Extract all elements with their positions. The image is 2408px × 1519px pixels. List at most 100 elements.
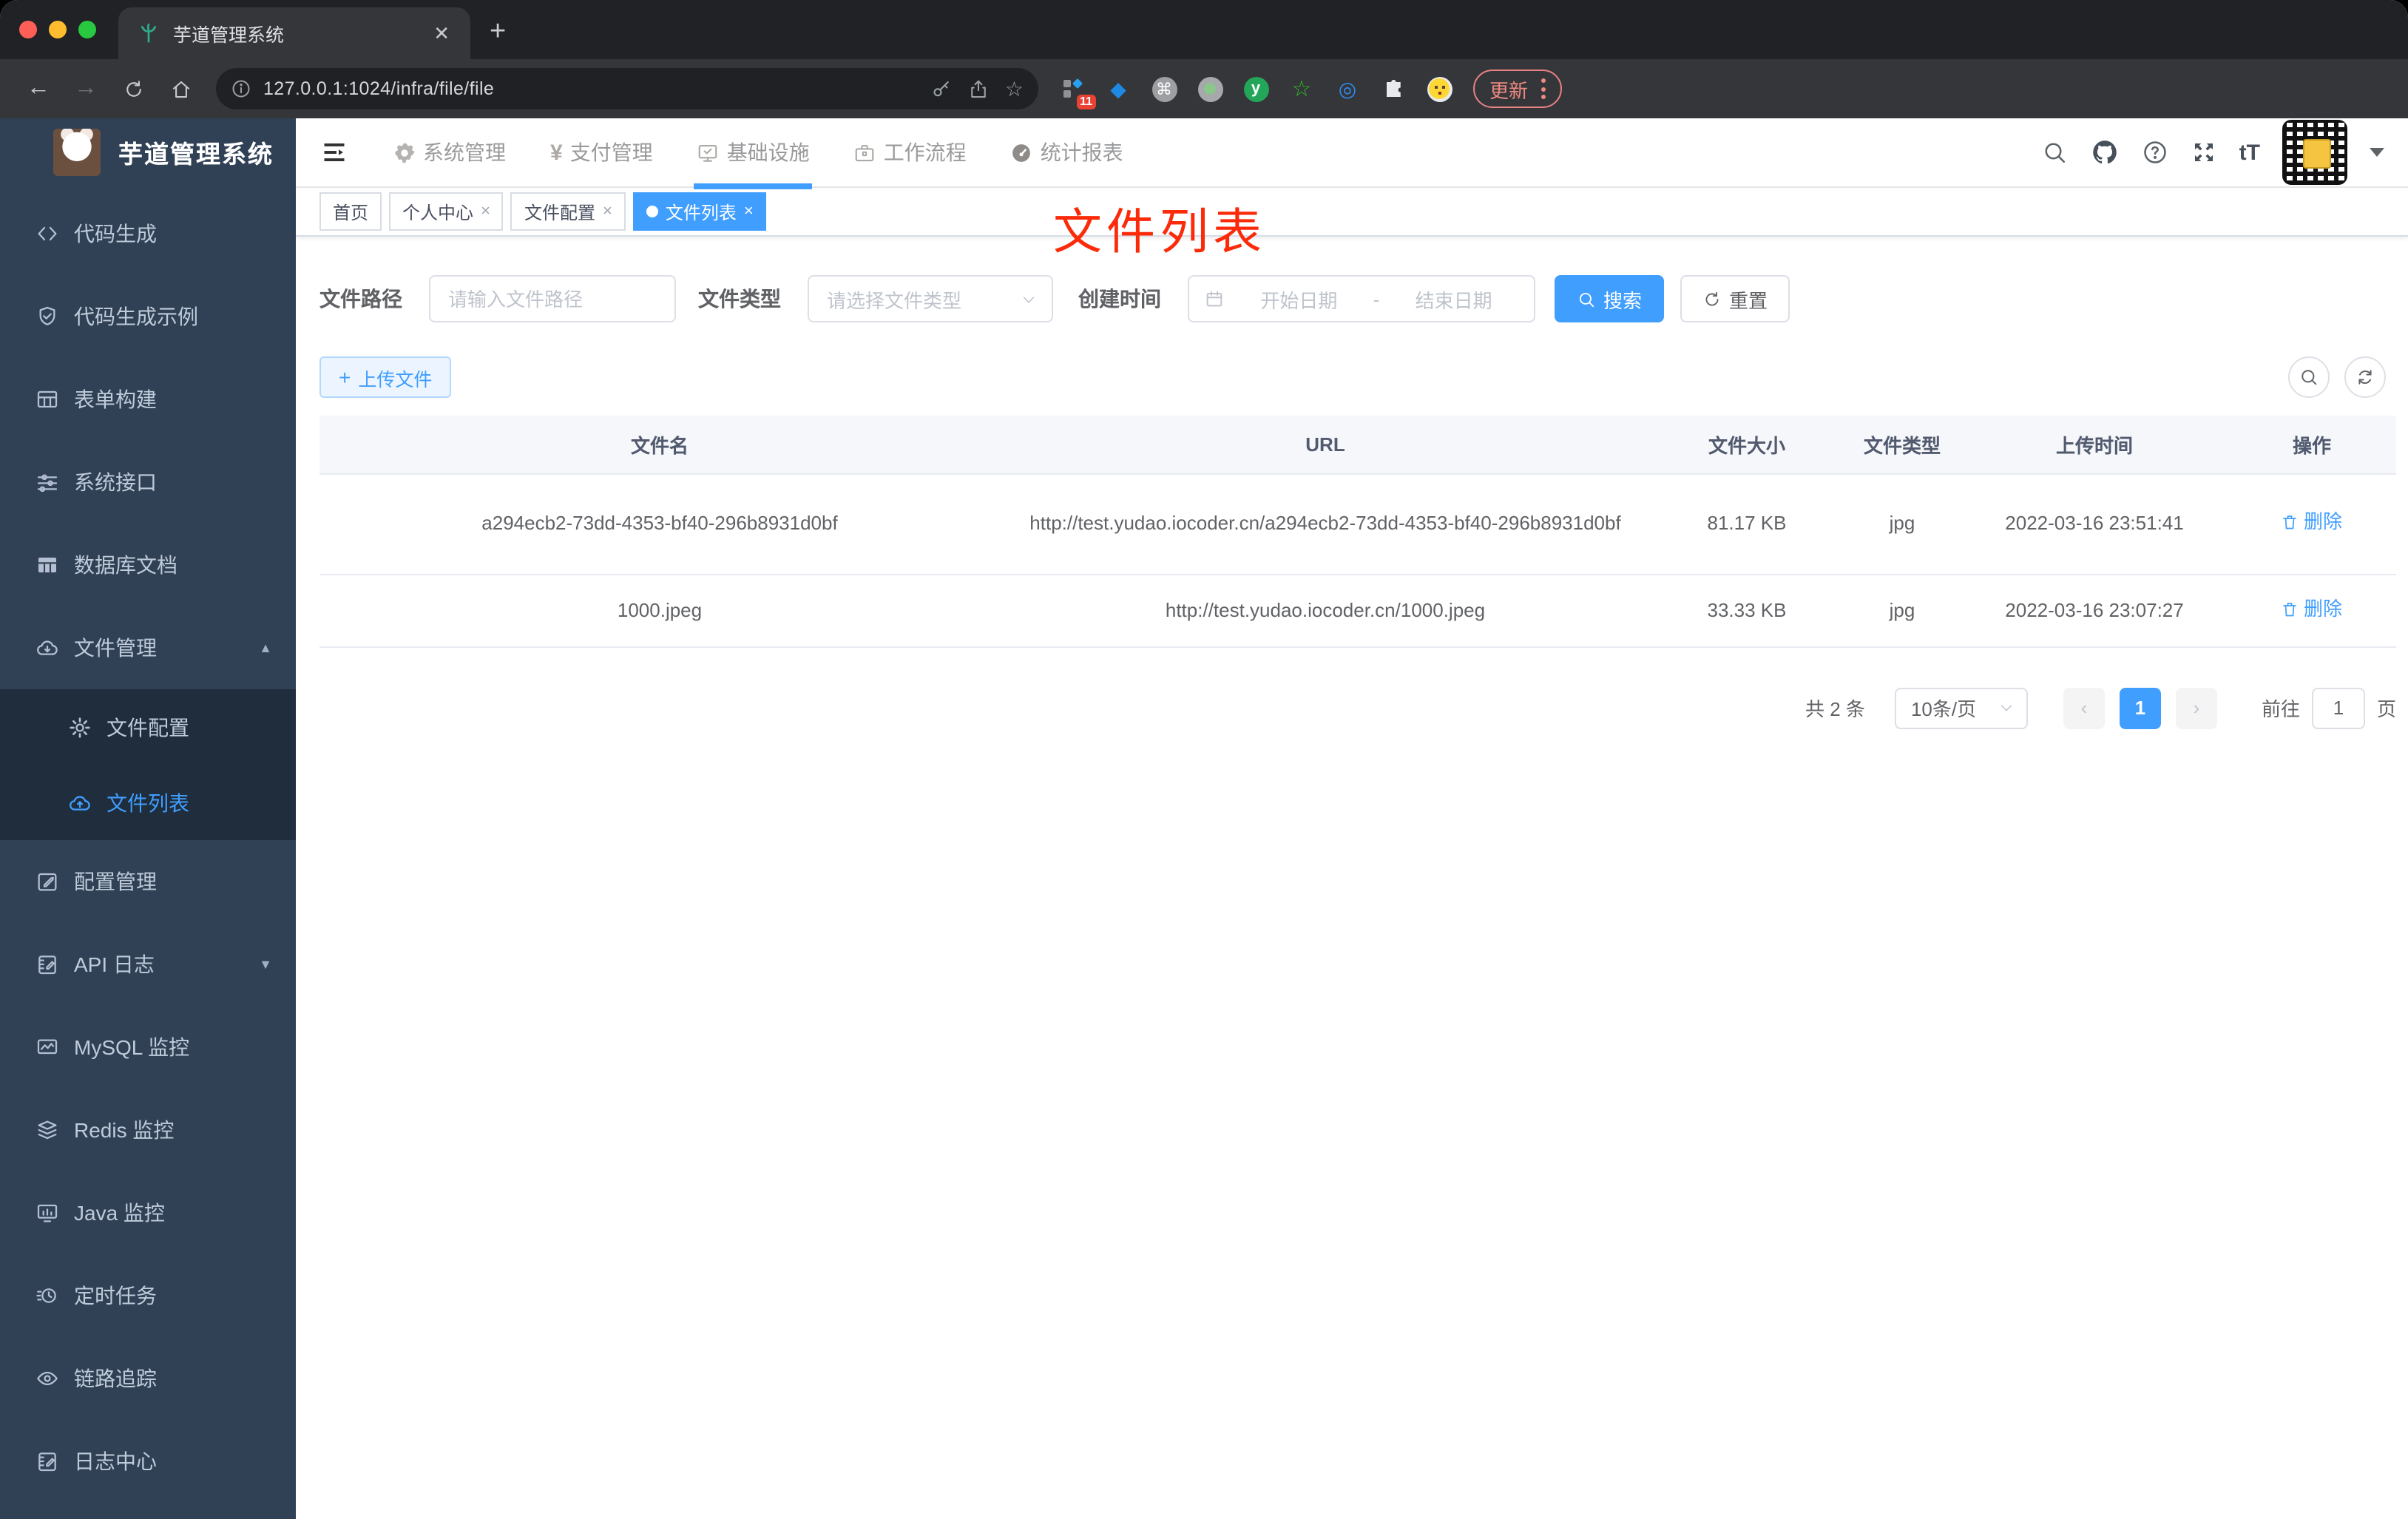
start-date-placeholder[interactable]: 开始日期 (1234, 285, 1364, 313)
sliders-icon (37, 474, 58, 493)
tab-close-icon[interactable]: ✕ (427, 21, 456, 45)
shield-check-icon (39, 306, 55, 325)
sidebar-item-log-center[interactable]: 日志中心 (0, 1420, 296, 1503)
extension-kite-icon[interactable]: ◆ (1105, 75, 1132, 102)
file-path-label: 文件路径 (319, 287, 402, 311)
date-range-picker[interactable]: 开始日期 - 结束日期 (1188, 275, 1535, 322)
top-menu-report[interactable]: 统计报表 (1011, 118, 1123, 186)
cell-file-size: 81.17 KB (1651, 473, 1843, 575)
window-close-button[interactable] (19, 21, 37, 38)
table-row: a294ecb2-73dd-4353-bf40-296b8931d0bf htt… (319, 473, 2396, 575)
avatar[interactable] (2282, 120, 2347, 185)
extension-eye-icon[interactable]: ◎ (1334, 75, 1361, 102)
new-tab-button[interactable]: + (490, 16, 506, 49)
sidebar-item-code-demo[interactable]: 代码生成示例 (0, 275, 296, 358)
top-menu-system[interactable]: 系统管理 (393, 118, 506, 186)
sidebar-item-file-manage[interactable]: 文件管理 ▲ (0, 606, 296, 689)
delete-button[interactable]: 删除 (2282, 506, 2342, 538)
fullscreen-icon[interactable] (2191, 139, 2217, 166)
sidebar-item-redis-monitor[interactable]: Redis 监控 (0, 1089, 296, 1171)
sidebar-item-scheduled-task[interactable]: 定时任务 (0, 1254, 296, 1337)
tag-file-config[interactable]: 文件配置 × (510, 192, 626, 231)
caret-down-icon[interactable] (2370, 148, 2384, 157)
search-button[interactable]: 搜索 (1555, 275, 1665, 322)
share-icon[interactable] (968, 78, 990, 100)
file-type-select[interactable]: 请选择文件类型 (808, 275, 1053, 322)
extension-command-icon[interactable]: ⌘ (1151, 75, 1177, 102)
cell-file-name: a294ecb2-73dd-4353-bf40-296b8931d0bf (319, 473, 1000, 575)
top-menu-workflow[interactable]: 工作流程 (854, 118, 967, 186)
browser-menu-icon[interactable] (1541, 78, 1546, 99)
sidebar-item-file-config[interactable]: 文件配置 (0, 689, 296, 765)
next-page-button[interactable]: › (2175, 687, 2217, 729)
upload-file-button[interactable]: + 上传文件 (319, 356, 452, 398)
goto-page-input[interactable] (2311, 687, 2365, 729)
sidebar-item-trace[interactable]: 链路追踪 (0, 1337, 296, 1420)
sidebar-item-form-builder[interactable]: 表单构建 (0, 358, 296, 441)
font-size-icon[interactable]: tT (2239, 140, 2260, 165)
sidebar-item-java-monitor[interactable]: Java 监控 (0, 1171, 296, 1254)
sidebar-logo[interactable]: 芋道管理系统 (0, 118, 296, 186)
sidebar-item-db-doc[interactable]: 数据库文档 (0, 524, 296, 606)
password-key-icon[interactable] (931, 78, 953, 100)
log-edit-icon (38, 1452, 56, 1472)
tag-file-list[interactable]: 文件列表 × (632, 192, 767, 231)
reset-button[interactable]: 重置 (1680, 275, 1790, 322)
file-table: 文件名 URL 文件大小 文件类型 上传时间 操作 a294ecb2-73dd-… (319, 416, 2396, 648)
page-content: 文件路径 文件类型 请选择文件类型 创建时间 开始日期 - 结束日期 (296, 237, 2408, 1519)
browser-update-button[interactable]: 更新 (1473, 70, 1563, 108)
page-size-select[interactable]: 10条/页 (1894, 687, 2028, 729)
close-icon[interactable]: × (603, 203, 612, 220)
form-grid-icon (37, 390, 58, 408)
browser-toolbar: ← → 127.0.0.1:1024/infra/file/file ☆ 11 (0, 59, 2408, 118)
page-1-button[interactable]: 1 (2119, 687, 2161, 729)
top-menu-infra[interactable]: 基础设施 (694, 118, 813, 189)
cell-file-name: 1000.jpeg (319, 574, 1000, 648)
end-date-placeholder[interactable]: 结束日期 (1388, 285, 1519, 313)
extension-dot-icon[interactable] (1197, 75, 1223, 102)
address-bar[interactable]: 127.0.0.1:1024/infra/file/file ☆ (216, 68, 1038, 109)
top-menu-payment[interactable]: ¥ 支付管理 (550, 118, 653, 186)
home-icon[interactable] (161, 78, 200, 100)
sidebar-item-api-log[interactable]: API 日志 ▼ (0, 923, 296, 1006)
extension-emoji-icon[interactable] (1426, 75, 1452, 102)
col-file-size: 文件大小 (1651, 416, 1843, 474)
extension-grid-icon[interactable]: 11 (1059, 75, 1096, 109)
extension-star-icon[interactable]: ☆ (1288, 75, 1315, 102)
tag-profile[interactable]: 个人中心 × (389, 192, 504, 231)
forward-icon[interactable]: → (67, 75, 105, 102)
sidebar-item-file-list[interactable]: 文件列表 (0, 765, 296, 840)
window-zoom-button[interactable] (78, 21, 96, 38)
url-text[interactable]: 127.0.0.1:1024/infra/file/file (263, 78, 916, 99)
sidebar-item-system-api[interactable]: 系统接口 (0, 441, 296, 524)
window-minimize-button[interactable] (49, 21, 67, 38)
help-icon[interactable] (2142, 139, 2168, 166)
github-icon[interactable] (2090, 138, 2120, 167)
close-icon[interactable]: × (744, 203, 754, 220)
reload-icon[interactable] (114, 78, 152, 100)
tab-title: 芋道管理系统 (173, 25, 285, 46)
delete-button[interactable]: 删除 (2282, 592, 2342, 625)
bookmark-star-icon[interactable]: ☆ (1005, 76, 1024, 101)
refresh-button[interactable] (2344, 356, 2386, 398)
table-toolbar: + 上传文件 (319, 356, 2396, 398)
sidebar-fold-icon[interactable] (321, 139, 348, 166)
back-icon[interactable]: ← (19, 75, 58, 102)
tag-home[interactable]: 首页 (319, 192, 382, 231)
sidebar-item-mysql-monitor[interactable]: MySQL 监控 (0, 1006, 296, 1089)
extension-y-icon[interactable]: y (1242, 75, 1269, 102)
site-info-icon[interactable] (231, 78, 251, 99)
extension-puzzle-icon[interactable] (1380, 75, 1407, 102)
sidebar-menu: 代码生成 代码生成示例 表单构建 系统接口 数据库文档 文件管理 ▲ 文件配置 … (0, 192, 296, 1503)
prev-page-button[interactable]: ‹ (2063, 687, 2105, 729)
close-icon[interactable]: × (481, 203, 490, 220)
sidebar-item-code-generate[interactable]: 代码生成 (0, 192, 296, 275)
top-menu: 系统管理 ¥ 支付管理 基础设施 工作流程 统计报表 (393, 118, 1168, 189)
browser-tab[interactable]: 芋道管理系统 ✕ (118, 7, 470, 59)
search-toggle-button[interactable] (2288, 356, 2330, 398)
table-tools (2288, 356, 2386, 398)
file-path-input[interactable] (429, 275, 676, 322)
search-icon[interactable] (2041, 139, 2068, 166)
sidebar-item-config-manage[interactable]: 配置管理 (0, 840, 296, 923)
goto-label: 前往 (2261, 698, 2300, 721)
